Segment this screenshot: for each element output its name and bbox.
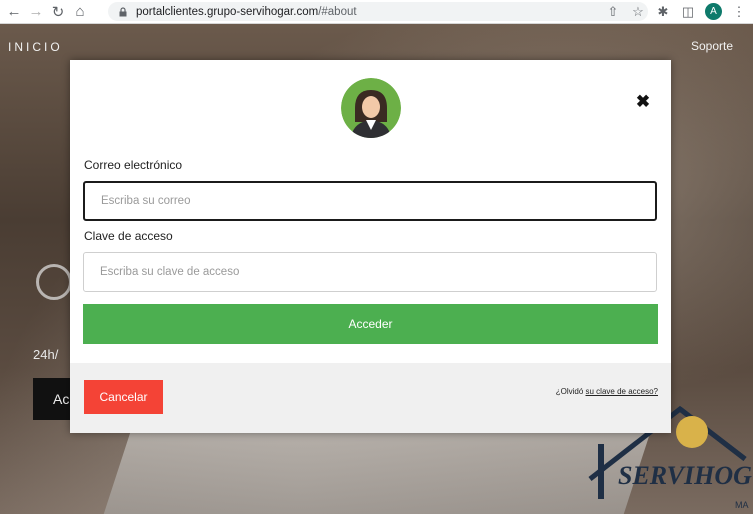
browser-toolbar: ← → ↻ ⌂ portalclientes.grupo-servihogar.… <box>0 0 753 24</box>
close-icon[interactable]: ✖ <box>635 92 651 111</box>
back-icon[interactable]: ← <box>3 1 25 23</box>
submit-button[interactable]: Acceder <box>83 304 658 344</box>
side-panel-icon[interactable]: ◫ <box>680 4 696 20</box>
extensions-icon[interactable]: ✱ <box>655 4 671 20</box>
bookmark-star-icon[interactable]: ☆ <box>630 4 646 20</box>
user-avatar-icon <box>341 78 401 138</box>
profile-avatar[interactable]: A <box>705 3 722 20</box>
nav-inicio[interactable]: INICIO <box>8 40 63 54</box>
url-text: portalclientes.grupo-servihogar.com/#abo… <box>136 5 357 18</box>
svg-text:SERVIHOG: SERVIHOG <box>618 461 752 490</box>
more-menu-icon[interactable]: ⋮ <box>731 4 747 20</box>
login-modal: ✖ Correo electrónico Clave de acceso Acc… <box>70 60 671 433</box>
cancel-button[interactable]: Cancelar <box>84 380 163 414</box>
password-field[interactable] <box>83 252 657 292</box>
address-bar[interactable]: portalclientes.grupo-servihogar.com/#abo… <box>108 2 648 21</box>
forgot-password-link[interactable]: su clave de acceso? <box>586 387 659 396</box>
circle-icon <box>36 264 72 300</box>
svg-text:MA: MA <box>735 500 749 510</box>
nav-soporte[interactable]: Soporte <box>691 39 733 53</box>
modal-footer: Cancelar ¿Olvidó su clave de acceso? <box>70 363 671 433</box>
browser-actions: ⇧ ☆ ✱ ◫ A ⋮ <box>605 2 747 21</box>
forward-icon[interactable]: → <box>25 1 47 23</box>
email-field[interactable] <box>83 181 657 221</box>
hours-text: 24h/ <box>33 347 59 362</box>
home-icon[interactable]: ⌂ <box>69 1 91 23</box>
password-label: Clave de acceso <box>84 229 173 243</box>
lock-icon <box>119 6 127 16</box>
reload-icon[interactable]: ↻ <box>47 1 69 23</box>
share-icon[interactable]: ⇧ <box>605 4 621 20</box>
forgot-password-text: ¿Olvidó su clave de acceso? <box>555 387 659 396</box>
email-label: Correo electrónico <box>84 158 183 172</box>
